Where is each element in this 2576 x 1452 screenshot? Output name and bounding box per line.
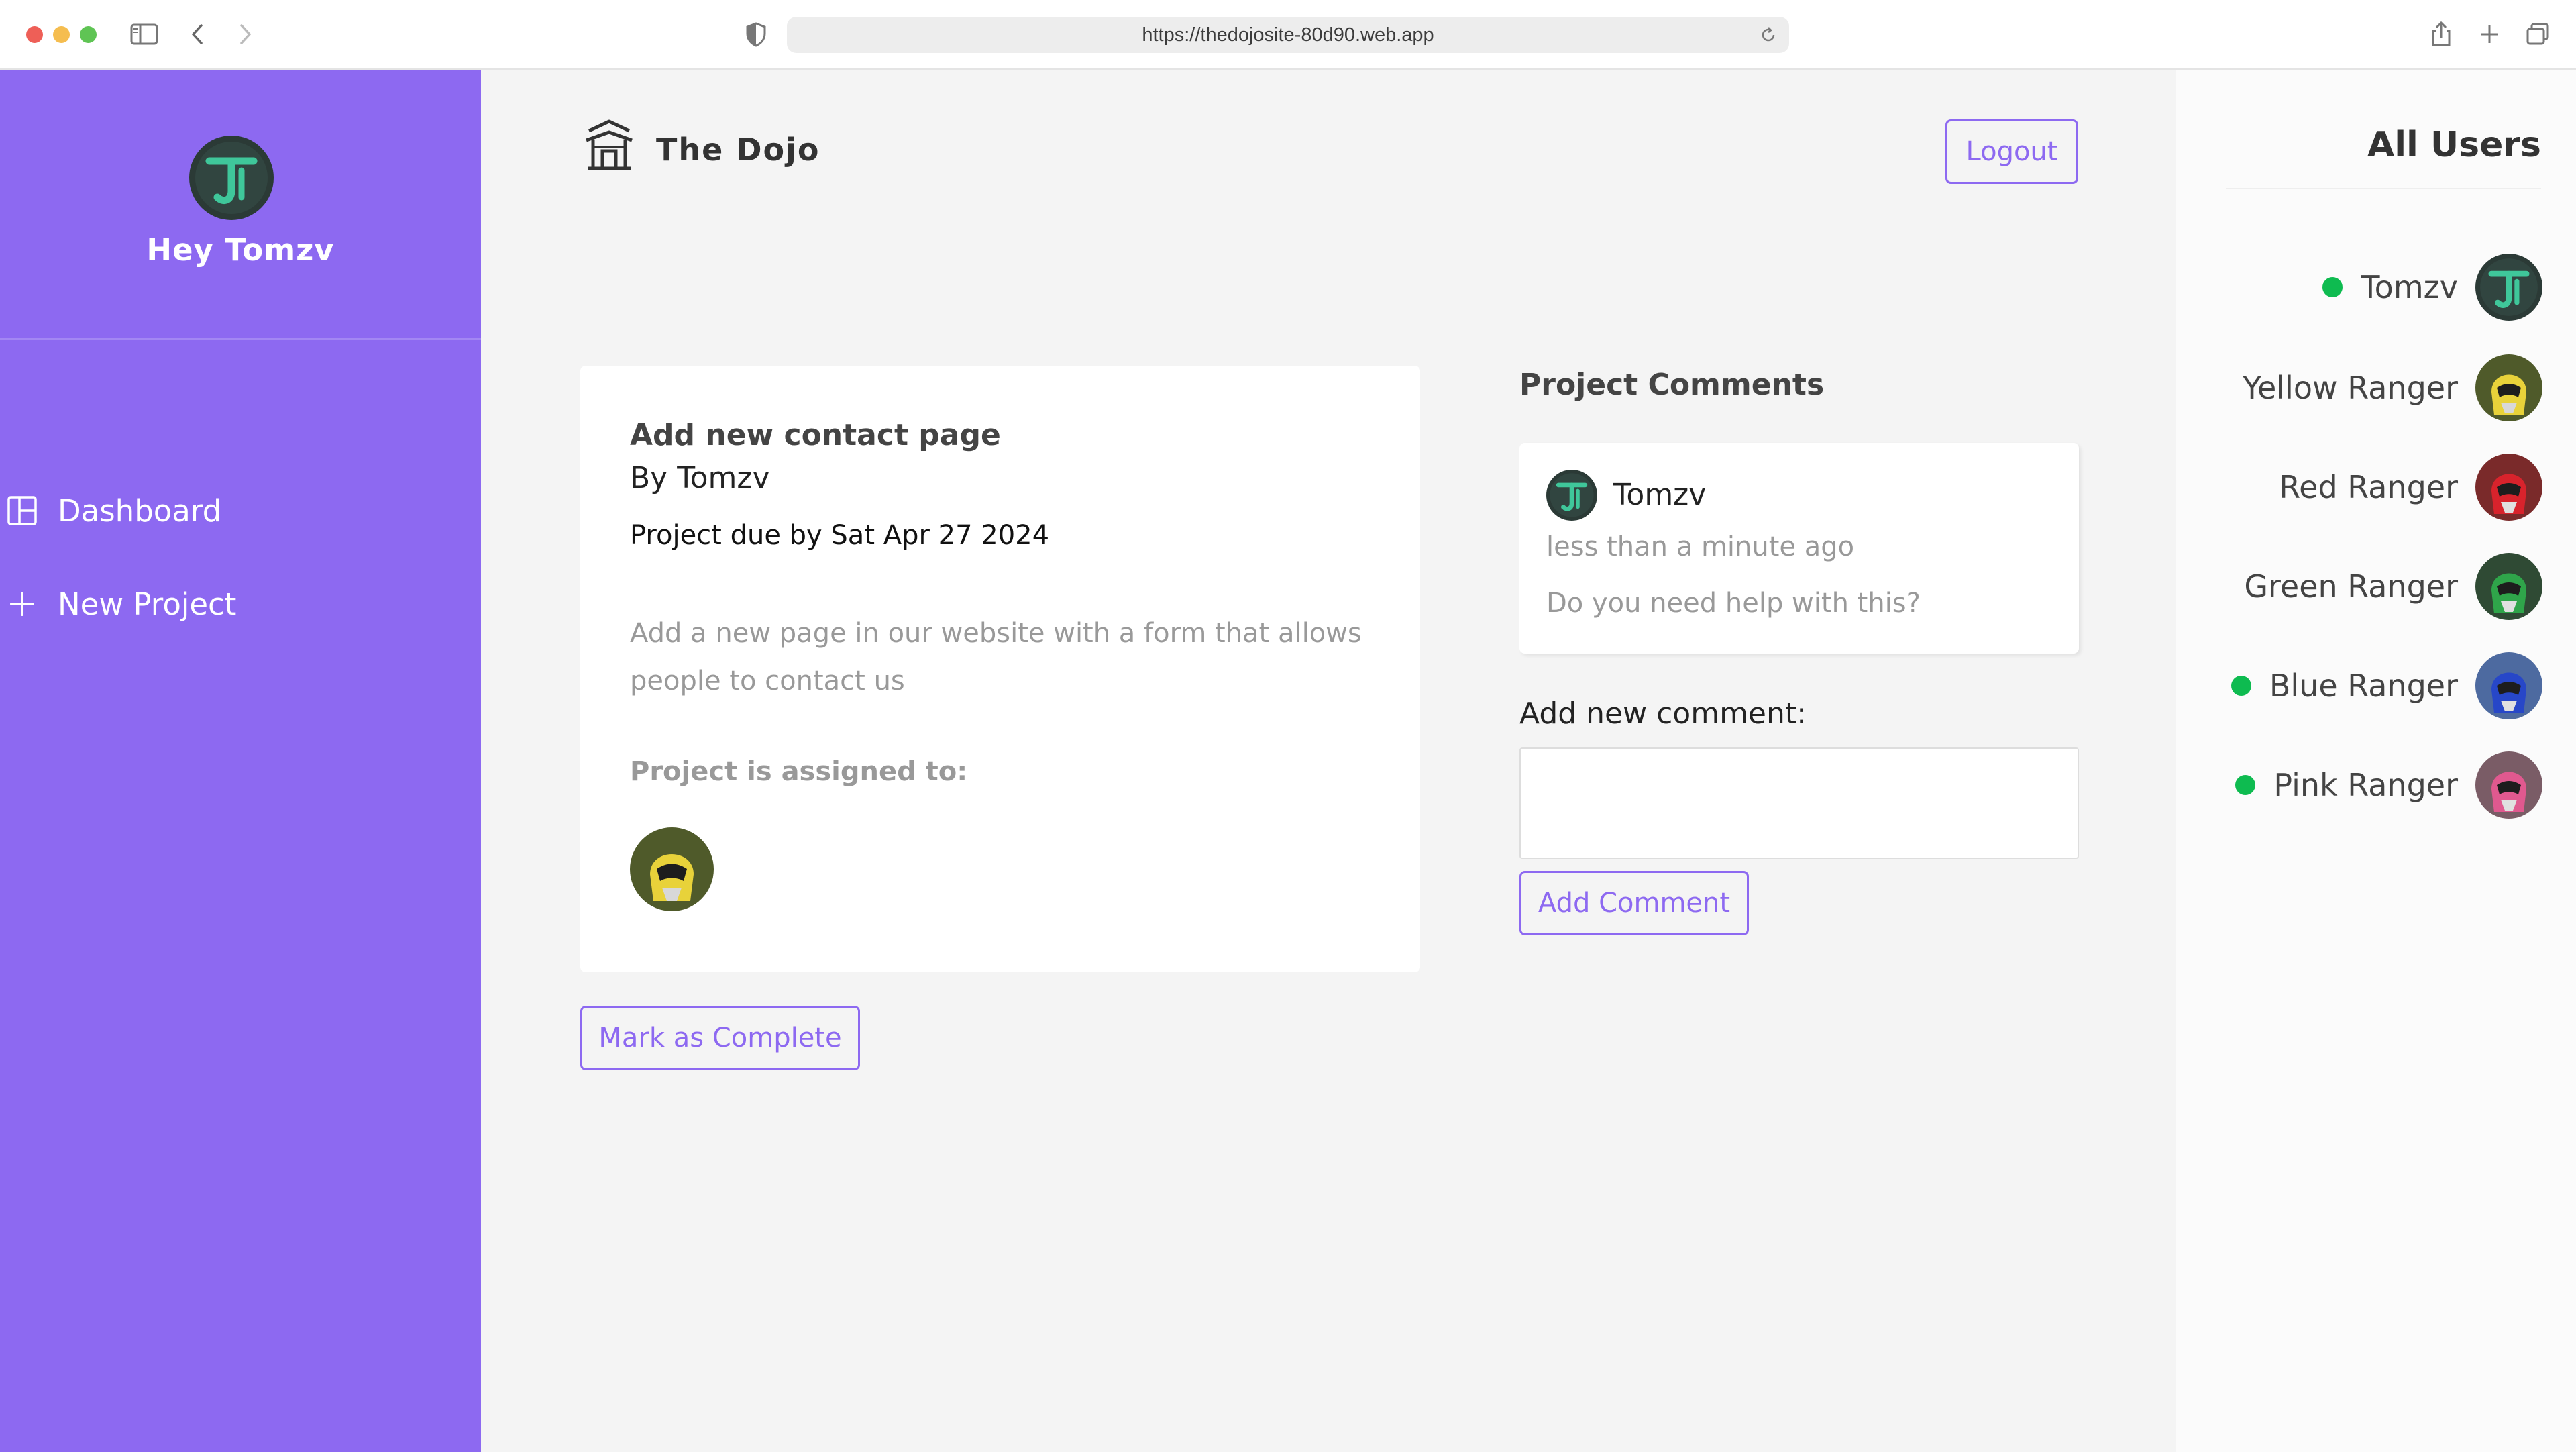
minimize-window-button[interactable] (53, 26, 70, 43)
user-list-item: Green Ranger (2244, 553, 2542, 620)
pink-ranger-avatar (2475, 751, 2542, 819)
mark-complete-button[interactable]: Mark as Complete (580, 1006, 860, 1070)
sidebar-greeting: Hey Tomzv (146, 232, 335, 268)
new-comment-input[interactable] (1519, 747, 2079, 859)
comment-content: Do you need help with this? (1546, 588, 1921, 619)
add-comment-button[interactable]: Add Comment (1519, 871, 1749, 935)
user-list-item: Pink Ranger (2235, 751, 2542, 819)
comment-time: less than a minute ago (1546, 531, 1855, 562)
project-due-date: Project due by Sat Apr 27 2024 (630, 520, 1050, 551)
user-name: Yellow Ranger (2243, 370, 2458, 406)
nav-dashboard[interactable]: Dashboard (0, 484, 481, 537)
url-text: https://thedojosite-80d90.web.app (1142, 23, 1434, 46)
project-summary-card: Add new contact page By Tomzv Project du… (580, 366, 1420, 972)
comment-author: Tomzv (1613, 478, 1707, 512)
green-ranger-avatar (2475, 553, 2542, 620)
maximize-window-button[interactable] (80, 26, 97, 43)
logout-button[interactable]: Logout (1945, 119, 2078, 184)
user-list-item: Red Ranger (2279, 454, 2542, 521)
privacy-shield-icon[interactable] (741, 19, 771, 50)
blue-ranger-avatar (2475, 652, 2542, 719)
tab-overview-icon[interactable] (2522, 19, 2553, 50)
user-list-item: Tomzv (2322, 254, 2542, 321)
online-indicator (2231, 676, 2251, 696)
project-title: Add new contact page (630, 418, 1001, 452)
sidebar-user-section: Hey Tomzv (0, 70, 481, 340)
yellow-ranger-avatar (630, 827, 714, 911)
user-name: Green Ranger (2244, 568, 2458, 605)
project-author: By Tomzv (630, 461, 770, 495)
plus-icon (10, 592, 34, 616)
user-list-item: Blue Ranger (2231, 652, 2542, 719)
nav-new-project[interactable]: New Project (0, 577, 481, 631)
reload-icon[interactable] (1758, 25, 1778, 45)
users-heading: All Users (2367, 125, 2541, 165)
sidebar: Hey Tomzv Dashboard New Project (0, 70, 481, 1452)
forward-icon[interactable] (229, 19, 260, 50)
sidebar-toggle-icon[interactable] (129, 19, 160, 50)
users-divider (2226, 188, 2541, 189)
user-name: Pink Ranger (2273, 767, 2458, 803)
online-indicator (2322, 277, 2343, 297)
close-window-button[interactable] (26, 26, 43, 43)
user-name: Red Ranger (2279, 469, 2458, 505)
tomzv-avatar (2475, 254, 2542, 321)
share-icon[interactable] (2426, 19, 2457, 50)
new-comment-label: Add new comment: (1519, 696, 1807, 731)
user-list-item: Yellow Ranger (2243, 354, 2542, 421)
user-list-panel: All Users Tomzv Yellow Ranger Red Ranger (2176, 70, 2576, 1452)
nav-dashboard-label: Dashboard (58, 492, 222, 529)
online-indicator (2235, 775, 2256, 795)
user-avatar (189, 136, 274, 220)
brand-title: The Dojo (656, 132, 820, 168)
browser-toolbar: https://thedojosite-80d90.web.app (0, 0, 2576, 70)
comment-item: Tomzv less than a minute ago Do you need… (1519, 443, 2079, 654)
nav-new-project-label: New Project (58, 586, 237, 622)
comments-heading: Project Comments (1519, 368, 1825, 402)
new-tab-icon[interactable] (2474, 19, 2505, 50)
user-name: Blue Ranger (2269, 668, 2458, 704)
assigned-label: Project is assigned to: (630, 756, 968, 787)
back-icon[interactable] (182, 19, 213, 50)
user-name: Tomzv (2361, 269, 2458, 305)
project-details: Add a new page in our website with a for… (630, 618, 1362, 696)
yellow-ranger-avatar (2475, 354, 2542, 421)
dashboard-icon (7, 496, 37, 525)
address-bar[interactable]: https://thedojosite-80d90.web.app (787, 17, 1789, 53)
dojo-temple-icon (586, 119, 633, 170)
red-ranger-avatar (2475, 454, 2542, 521)
comment-author-avatar (1546, 470, 1597, 521)
